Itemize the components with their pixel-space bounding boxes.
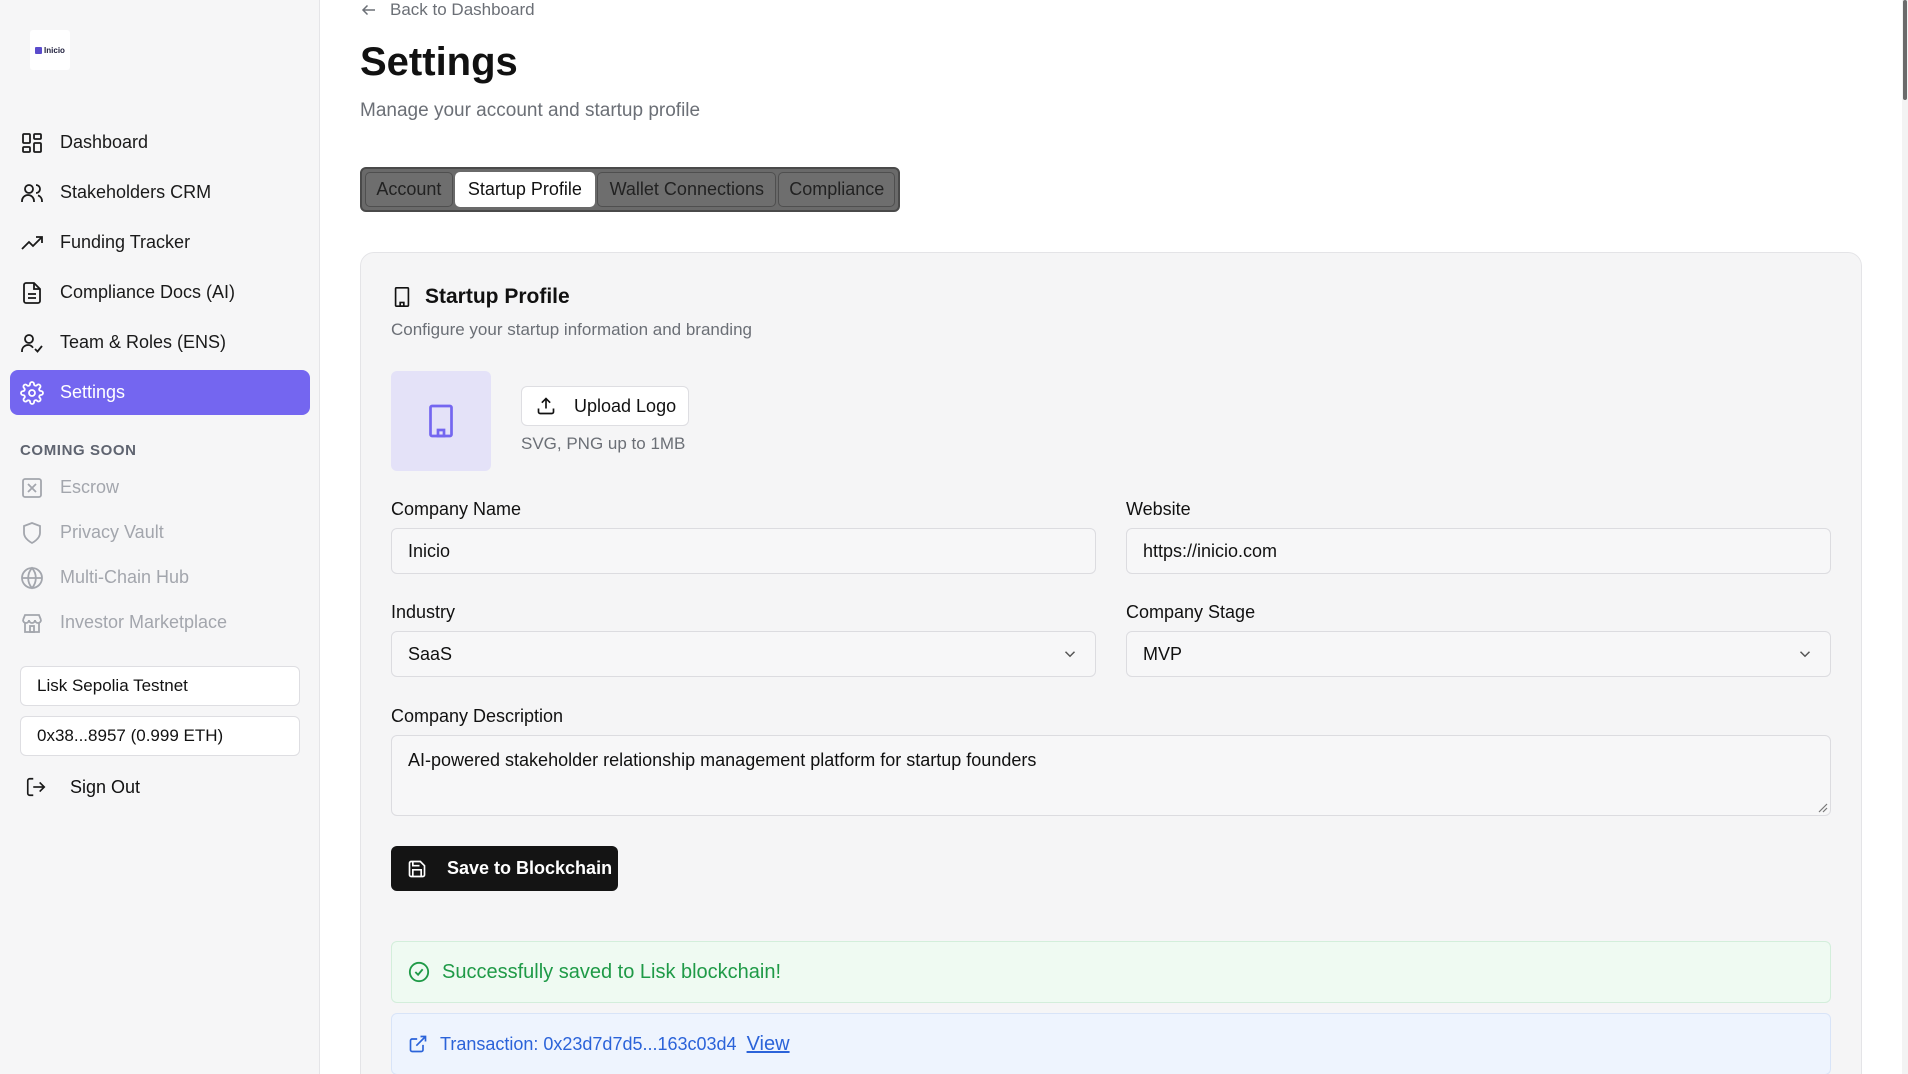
sidebar-item-label: Stakeholders CRM bbox=[60, 182, 212, 202]
company-description-value: AI-powered stakeholder relationship mana… bbox=[408, 750, 1037, 770]
resize-handle-icon[interactable] bbox=[1816, 801, 1828, 813]
view-transaction-link[interactable]: View bbox=[747, 1033, 790, 1056]
chevron-down-icon bbox=[1061, 645, 1079, 663]
sidebar-nav: Dashboard Stakeholders CRM Funding Track… bbox=[10, 120, 310, 420]
industry-value: SaaS bbox=[408, 643, 453, 664]
sidebar-item-label: Compliance Docs (AI) bbox=[60, 282, 236, 302]
user-check-icon bbox=[20, 331, 44, 355]
sidebar-item-label: Escrow bbox=[60, 477, 120, 497]
log-out-icon bbox=[25, 776, 47, 798]
tab-account[interactable]: Account bbox=[365, 172, 453, 207]
tab-startup-profile[interactable]: Startup Profile bbox=[454, 172, 596, 207]
company-description-textarea[interactable]: AI-powered stakeholder relationship mana… bbox=[391, 735, 1831, 816]
company-stage-label: Company Stage bbox=[1126, 602, 1256, 622]
sidebar-item-label: Funding Tracker bbox=[60, 232, 191, 252]
upload-hint: SVG, PNG up to 1MB bbox=[521, 434, 686, 453]
success-alert: Successfully saved to Lisk blockchain! bbox=[391, 941, 1831, 1003]
external-link-icon bbox=[408, 1034, 428, 1054]
sidebar: Inicio Dashboard Stakeholders CRM Fundin… bbox=[0, 0, 320, 1074]
company-stage-value: MVP bbox=[1143, 643, 1183, 664]
page-title: Settings bbox=[360, 40, 518, 84]
sidebar-item-stakeholders-crm[interactable]: Stakeholders CRM bbox=[10, 170, 310, 215]
x-square-icon bbox=[20, 476, 44, 500]
sidebar-item-label: Settings bbox=[60, 382, 126, 402]
sidebar-item-dashboard[interactable]: Dashboard bbox=[10, 120, 310, 165]
chevron-down-icon bbox=[1796, 645, 1814, 663]
building-icon bbox=[423, 403, 459, 439]
users-icon bbox=[20, 181, 44, 205]
scrollbar-thumb[interactable] bbox=[1903, 0, 1907, 100]
tab-wallet-connections[interactable]: Wallet Connections bbox=[597, 172, 777, 207]
sidebar-item-privacy-vault: Privacy Vault bbox=[10, 510, 310, 555]
company-name-label: Company Name bbox=[391, 499, 522, 519]
wallet-button[interactable]: 0x38...8957 (0.999 ETH) bbox=[20, 716, 300, 756]
save-label: Save to Blockchain bbox=[447, 858, 613, 878]
sidebar-item-label: Multi-Chain Hub bbox=[60, 567, 190, 587]
building-icon bbox=[391, 286, 413, 308]
network-selector[interactable]: Lisk Sepolia Testnet bbox=[20, 666, 300, 706]
upload-icon bbox=[536, 396, 556, 416]
trending-up-icon bbox=[20, 231, 44, 255]
sidebar-item-compliance-docs[interactable]: Compliance Docs (AI) bbox=[10, 270, 310, 315]
page-subtitle: Manage your account and startup profile bbox=[360, 100, 701, 121]
company-stage-select[interactable]: MVP bbox=[1126, 631, 1831, 677]
transaction-hash: Transaction: 0x23d7d7d5...163c03d4 bbox=[440, 1033, 737, 1054]
company-description-label: Company Description bbox=[391, 706, 564, 726]
sidebar-item-team-roles[interactable]: Team & Roles (ENS) bbox=[10, 320, 310, 365]
industry-select[interactable]: SaaS bbox=[391, 631, 1096, 677]
globe-icon bbox=[20, 566, 44, 590]
card-title: Startup Profile bbox=[391, 284, 570, 310]
sidebar-item-multi-chain-hub: Multi-Chain Hub bbox=[10, 555, 310, 600]
sign-out-label: Sign Out bbox=[70, 776, 141, 797]
shield-icon bbox=[20, 521, 44, 545]
file-text-icon bbox=[20, 281, 44, 305]
layout-grid-icon bbox=[20, 131, 44, 155]
settings-tabs: Account Startup Profile Wallet Connectio… bbox=[360, 167, 900, 212]
sidebar-item-funding-tracker[interactable]: Funding Tracker bbox=[10, 220, 310, 265]
arrow-left-icon bbox=[360, 1, 378, 19]
sidebar-item-investor-marketplace: Investor Marketplace bbox=[10, 600, 310, 645]
logo-mark-icon bbox=[35, 46, 43, 54]
tab-compliance[interactable]: Compliance bbox=[778, 172, 896, 207]
save-icon bbox=[407, 859, 427, 879]
back-to-dashboard-link[interactable]: Back to Dashboard bbox=[360, 0, 535, 20]
sidebar-item-label: Team & Roles (ENS) bbox=[60, 332, 227, 352]
app-logo[interactable]: Inicio bbox=[30, 30, 70, 70]
gear-icon bbox=[20, 380, 44, 405]
website-input[interactable]: https://inicio.com bbox=[1126, 528, 1831, 574]
website-label: Website bbox=[1126, 499, 1191, 519]
sign-out-button[interactable]: Sign Out bbox=[25, 772, 140, 802]
success-message: Successfully saved to Lisk blockchain! bbox=[442, 960, 782, 983]
sidebar-item-escrow: Escrow bbox=[10, 465, 310, 510]
save-to-blockchain-button[interactable]: Save to Blockchain bbox=[391, 846, 618, 891]
logo-text: Inicio bbox=[44, 45, 65, 55]
transaction-alert: Transaction: 0x23d7d7d5...163c03d4 View bbox=[391, 1013, 1831, 1074]
sidebar-item-label: Investor Marketplace bbox=[60, 612, 228, 632]
industry-label: Industry bbox=[391, 602, 456, 622]
back-label: Back to Dashboard bbox=[390, 0, 535, 19]
check-circle-icon bbox=[408, 961, 430, 983]
coming-soon-list: Escrow Privacy Vault Multi-Chain Hub Inv… bbox=[10, 465, 310, 645]
company-name-input[interactable]: Inicio bbox=[391, 528, 1096, 574]
upload-logo-label: Upload Logo bbox=[574, 395, 677, 416]
sidebar-item-label: Dashboard bbox=[60, 132, 149, 152]
upload-logo-button[interactable]: Upload Logo bbox=[521, 386, 689, 426]
sidebar-item-label: Privacy Vault bbox=[60, 522, 164, 542]
store-icon bbox=[20, 611, 44, 635]
coming-soon-heading: COMING SOON bbox=[20, 442, 137, 459]
card-title-text: Startup Profile bbox=[425, 285, 570, 308]
sidebar-item-settings[interactable]: Settings bbox=[10, 370, 310, 415]
page-scrollbar[interactable] bbox=[1902, 0, 1908, 1074]
card-subtitle: Configure your startup information and b… bbox=[391, 320, 752, 339]
logo-preview bbox=[391, 371, 491, 471]
